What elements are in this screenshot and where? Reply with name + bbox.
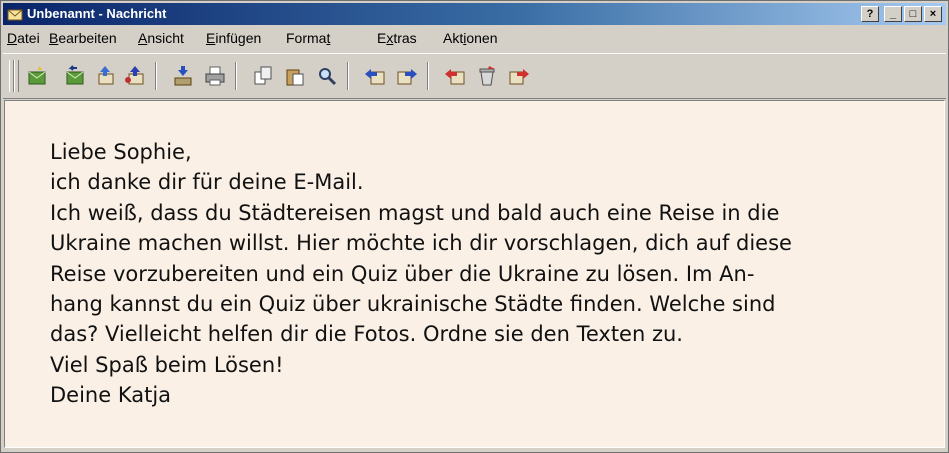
menu-label: Forma [286, 30, 327, 46]
paste-icon[interactable] [283, 64, 307, 88]
menu-label: earbeiten [58, 30, 117, 46]
menu-bearbeiten[interactable]: Bearbeiten [49, 27, 117, 49]
toolbar-separator [235, 62, 237, 90]
menu-mnemonic: t [326, 30, 331, 46]
receive-icon[interactable] [395, 64, 419, 88]
message-window: Unbenannt - Nachricht ? _ □ × Datei Bear… [0, 0, 949, 453]
menu-label: tras [393, 30, 417, 46]
menu-label: infügen [215, 30, 262, 46]
envelope-icon [7, 9, 23, 21]
menu-mnemonic: E [206, 30, 216, 46]
help-button[interactable]: ? [861, 6, 879, 22]
menu-label: atei [17, 30, 40, 46]
menu-einfuegen[interactable]: Einfügen [206, 27, 261, 49]
address-book-icon[interactable] [443, 64, 467, 88]
forward-icon[interactable] [123, 64, 147, 88]
text-line: Ukraine machen willst. Hier möchte ich d… [50, 231, 792, 256]
signature-line: Deine Katja [50, 383, 172, 408]
move-icon[interactable] [507, 64, 531, 88]
menu-label: nsicht [147, 30, 184, 46]
reply-all-icon[interactable] [93, 64, 117, 88]
menu-datei[interactable]: Datei [7, 27, 40, 49]
toolbar-separator [347, 62, 349, 90]
text-line: Reise vorzubereiten und ein Quiz über di… [50, 261, 755, 286]
menu-bar: Datei Bearbeiten Ansicht Einfügen Format… [3, 27, 946, 49]
toolbar-separator [427, 62, 429, 90]
minimize-button[interactable]: _ [884, 6, 902, 22]
menu-aktionen[interactable]: Aktionen [443, 27, 498, 49]
text-line: Ich weiß, dass du Städtereisen magst und… [50, 200, 780, 225]
window-title: Unbenannt - Nachricht [27, 6, 167, 21]
new-message-icon[interactable] [25, 64, 49, 88]
title-bar[interactable]: Unbenannt - Nachricht ? _ □ × [3, 3, 946, 25]
close-button[interactable]: × [924, 6, 942, 22]
toolbar-grip[interactable] [14, 60, 19, 92]
maximize-button[interactable]: □ [904, 6, 922, 22]
window-controls: ? _ □ × [859, 6, 942, 22]
text-line: das? Vielleicht helfen dir die Fotos. Or… [50, 322, 683, 347]
toolbar-separator [155, 62, 157, 90]
text-line: hang kannst du ein Quiz über ukrainische… [50, 292, 776, 317]
send-icon[interactable] [363, 64, 387, 88]
menu-mnemonic: B [49, 30, 59, 46]
message-text: Liebe Sophie, ich danke dir für deine E-… [50, 137, 918, 411]
menu-label: onen [466, 30, 498, 46]
copy-icon[interactable] [251, 64, 275, 88]
menu-extras[interactable]: Extras [377, 27, 417, 49]
delete-icon[interactable] [475, 64, 499, 88]
menu-mnemonic: A [138, 30, 148, 46]
text-line: ich danke dir für deine E-Mail. [50, 170, 364, 195]
menu-ansicht[interactable]: Ansicht [138, 27, 184, 49]
save-icon[interactable] [171, 64, 195, 88]
message-body[interactable]: Liebe Sophie, ich danke dir für deine E-… [4, 100, 945, 448]
text-line: Viel Spaß beim Lösen! [50, 352, 284, 377]
greeting-line: Liebe Sophie, [50, 140, 192, 164]
find-icon[interactable] [315, 64, 339, 88]
toolbar [3, 53, 946, 99]
menu-mnemonic: D [7, 30, 18, 46]
reply-icon[interactable] [63, 64, 87, 88]
menu-format[interactable]: Format [286, 27, 330, 49]
menu-label: Akt [443, 30, 464, 46]
menu-label: E [377, 30, 387, 46]
print-icon[interactable] [203, 64, 227, 88]
